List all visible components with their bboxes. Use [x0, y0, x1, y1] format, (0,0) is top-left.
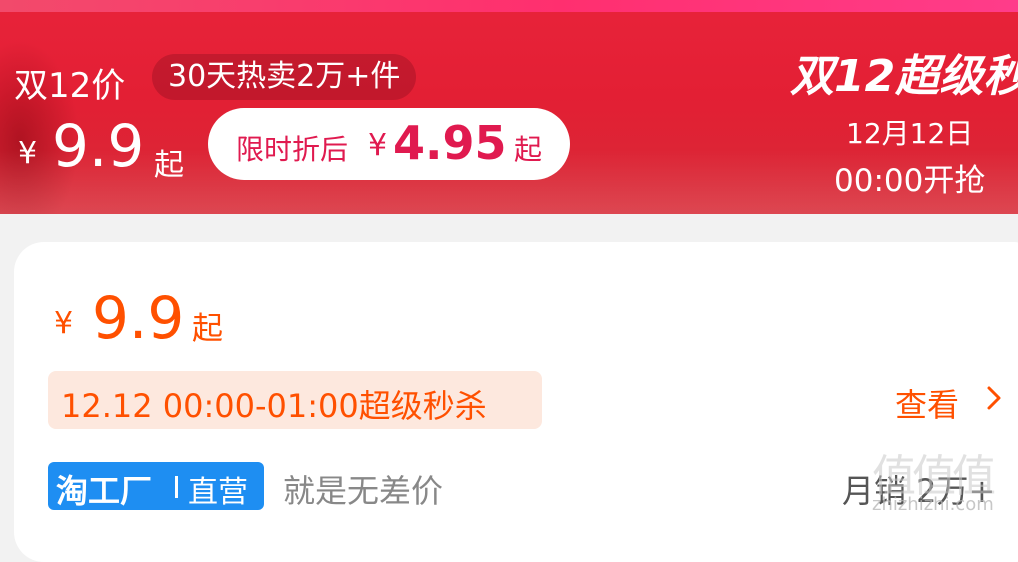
factory-badge-divider [175, 476, 178, 498]
factory-direct-label: 直营 [188, 475, 248, 510]
flash-sale-time-text: 12.12 00:00-01:00超级秒杀 [61, 387, 487, 425]
banner-top-strip [0, 0, 1018, 12]
banner-price: 9.9 [52, 112, 145, 180]
factory-name: 淘工厂 [56, 472, 153, 510]
view-details-link[interactable]: 查看 [895, 380, 959, 426]
event-date: 12月12日 [846, 117, 974, 150]
card-currency-symbol: ¥ [54, 306, 74, 341]
slogan-text: 就是无差价 [283, 472, 444, 510]
discount-currency-symbol: ¥ [368, 128, 388, 163]
card-price: 9.9 [92, 284, 185, 352]
event-title: 双12超级秒杀 [790, 51, 1018, 102]
discount-price: 4.95 [393, 116, 507, 170]
banner-currency-symbol: ¥ [18, 136, 38, 171]
watermark-text: zhizhizhi.com [872, 494, 994, 515]
chevron-right-icon[interactable] [986, 383, 1002, 413]
discount-price-suffix: 起 [514, 133, 543, 166]
sale-price-title: 双12价 [14, 66, 126, 106]
hot-sales-badge: 30天热卖2万+件 [152, 54, 417, 100]
event-start-time: 00:00开抢 [834, 163, 986, 199]
card-price-suffix: 起 [192, 311, 223, 347]
banner-price-suffix: 起 [154, 148, 184, 183]
discount-label: 限时折后 [236, 133, 349, 166]
